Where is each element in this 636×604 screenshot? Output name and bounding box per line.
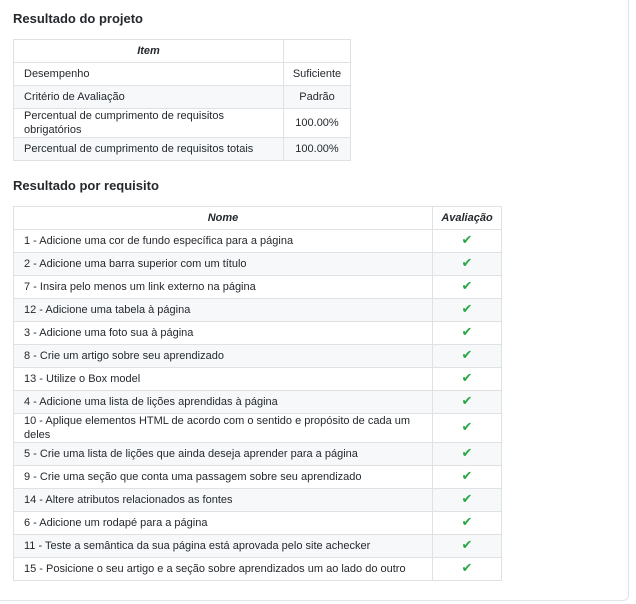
header-value xyxy=(283,39,351,63)
requirement-name: 15 - Posicione o seu artigo e a seção so… xyxy=(13,557,433,581)
check-icon: ✔ xyxy=(461,348,473,363)
project-item-value: 100.00% xyxy=(283,137,351,161)
table-row: 13 - Utilize o Box model ✔ xyxy=(13,367,502,391)
check-icon: ✔ xyxy=(461,302,473,317)
table-row: 9 - Crie uma seção que conta uma passage… xyxy=(13,465,502,489)
check-icon: ✔ xyxy=(461,561,473,576)
requirement-evaluation: ✔ xyxy=(432,413,502,443)
check-icon: ✔ xyxy=(461,279,473,294)
project-item-value: Padrão xyxy=(283,85,351,109)
header-evaluation: Avaliação xyxy=(432,206,502,230)
table-header-row: Item xyxy=(13,39,351,63)
table-row: 3 - Adicione uma foto sua à página ✔ xyxy=(13,321,502,345)
project-item-label: Percentual de cumprimento de requisitos … xyxy=(13,137,284,161)
requirement-name: 7 - Insira pelo menos um link externo na… xyxy=(13,275,433,299)
requirement-evaluation: ✔ xyxy=(432,557,502,581)
requirement-evaluation: ✔ xyxy=(432,442,502,466)
table-header-row: Nome Avaliação xyxy=(13,206,502,230)
requirement-name: 2 - Adicione uma barra superior com um t… xyxy=(13,252,433,276)
check-icon: ✔ xyxy=(461,256,473,271)
check-icon: ✔ xyxy=(461,394,473,409)
table-row: 2 - Adicione uma barra superior com um t… xyxy=(13,252,502,276)
check-icon: ✔ xyxy=(461,420,473,435)
table-row: 12 - Adicione uma tabela à página ✔ xyxy=(13,298,502,322)
check-icon: ✔ xyxy=(461,492,473,507)
check-icon: ✔ xyxy=(461,538,473,553)
requirement-evaluation: ✔ xyxy=(432,488,502,512)
requirement-evaluation: ✔ xyxy=(432,465,502,489)
header-name: Nome xyxy=(13,206,433,230)
requirement-name: 1 - Adicione uma cor de fundo específica… xyxy=(13,229,433,253)
requirement-result-title: Resultado por requisito xyxy=(13,178,159,193)
table-row: 1 - Adicione uma cor de fundo específica… xyxy=(13,229,502,253)
requirement-evaluation: ✔ xyxy=(432,534,502,558)
project-result-table: Item Desempenho Suficiente Critério de Ava… xyxy=(13,39,351,161)
requirement-evaluation: ✔ xyxy=(432,321,502,345)
table-row: Percentual de cumprimento de requisitos … xyxy=(13,137,351,161)
check-icon: ✔ xyxy=(461,233,473,248)
requirement-evaluation: ✔ xyxy=(432,344,502,368)
check-icon: ✔ xyxy=(461,515,473,530)
requirement-name: 4 - Adicione uma lista de lições aprendi… xyxy=(13,390,433,414)
requirement-name: 10 - Aplique elementos HTML de acordo co… xyxy=(13,413,433,443)
project-item-value: Suficiente xyxy=(283,62,351,86)
table-row: Critério de Avaliação Padrão xyxy=(13,85,351,109)
requirement-name: 3 - Adicione uma foto sua à página xyxy=(13,321,433,345)
requirement-evaluation: ✔ xyxy=(432,511,502,535)
table-row: Percentual de cumprimento de requisitos … xyxy=(13,108,351,138)
requirement-evaluation: ✔ xyxy=(432,229,502,253)
project-item-label: Percentual de cumprimento de requisitos … xyxy=(13,108,284,138)
project-item-label: Desempenho xyxy=(13,62,284,86)
project-result-title: Resultado do projeto xyxy=(13,11,143,26)
requirement-evaluation: ✔ xyxy=(432,298,502,322)
requirement-evaluation: ✔ xyxy=(432,275,502,299)
requirement-name: 6 - Adicione um rodapé para a página xyxy=(13,511,433,535)
project-item-label: Critério de Avaliação xyxy=(13,85,284,109)
requirement-name: 9 - Crie uma seção que conta uma passage… xyxy=(13,465,433,489)
table-row: 7 - Insira pelo menos um link externo na… xyxy=(13,275,502,299)
table-row: 6 - Adicione um rodapé para a página ✔ xyxy=(13,511,502,535)
requirement-name: 13 - Utilize o Box model xyxy=(13,367,433,391)
requirement-result-table: Nome Avaliação 1 - Adicione uma cor de f… xyxy=(13,206,502,581)
header-item: Item xyxy=(13,39,284,63)
table-row: 11 - Teste a semântica da sua página est… xyxy=(13,534,502,558)
requirement-name: 8 - Crie um artigo sobre seu aprendizado xyxy=(13,344,433,368)
requirement-name: 12 - Adicione uma tabela à página xyxy=(13,298,433,322)
project-item-value: 100.00% xyxy=(283,108,351,138)
requirement-evaluation: ✔ xyxy=(432,390,502,414)
requirement-name: 14 - Altere atributos relacionados as fo… xyxy=(13,488,433,512)
table-row: Desempenho Suficiente xyxy=(13,62,351,86)
table-row: 15 - Posicione o seu artigo e a seção so… xyxy=(13,557,502,581)
check-icon: ✔ xyxy=(461,371,473,386)
check-icon: ✔ xyxy=(461,325,473,340)
table-row: 14 - Altere atributos relacionados as fo… xyxy=(13,488,502,512)
table-row: 4 - Adicione uma lista de lições aprendi… xyxy=(13,390,502,414)
table-row: 5 - Crie uma lista de lições que ainda d… xyxy=(13,442,502,466)
evaluation-page: Resultado do projeto Item Desempenho Sufi… xyxy=(0,0,636,604)
check-icon: ✔ xyxy=(461,469,473,484)
table-row: 8 - Crie um artigo sobre seu aprendizado… xyxy=(13,344,502,368)
requirement-name: 11 - Teste a semântica da sua página est… xyxy=(13,534,433,558)
requirement-name: 5 - Crie uma lista de lições que ainda d… xyxy=(13,442,433,466)
check-icon: ✔ xyxy=(461,446,473,461)
requirement-evaluation: ✔ xyxy=(432,367,502,391)
table-row: 10 - Aplique elementos HTML de acordo co… xyxy=(13,413,502,443)
requirement-evaluation: ✔ xyxy=(432,252,502,276)
